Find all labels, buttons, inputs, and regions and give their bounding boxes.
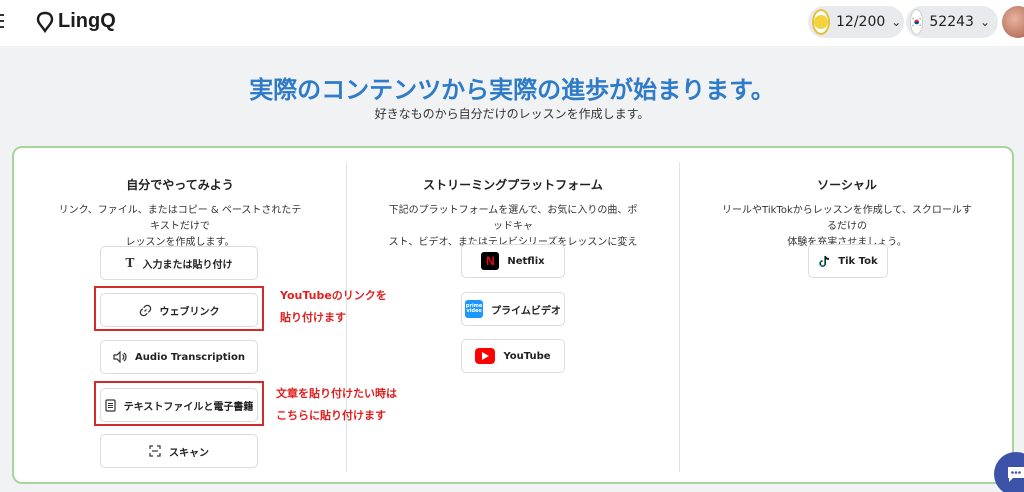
logo-text: LingQ [58,10,116,32]
social-column: ソーシャル リールやTikTokからレッスンを作成して、スクロールするだけの 体… [680,162,1014,472]
language-selector[interactable]: 52243 ⌄ [906,6,998,38]
scan-icon [149,445,161,457]
column-title: 自分でやってみよう [126,178,234,192]
column-title: ソーシャル [817,178,877,192]
menu-icon[interactable] [0,14,4,30]
paste-text-button[interactable]: T 入力または貼り付け [100,246,258,280]
scan-button[interactable]: スキャン [100,434,258,468]
chevron-down-icon: ⌄ [979,15,990,29]
chevron-down-icon: ⌄ [891,15,902,29]
coin-icon [812,9,830,35]
avatar[interactable] [1002,6,1024,38]
textfile-highlight-box [94,381,264,426]
weblink-highlight-box [94,286,264,331]
lingq-logo-icon [36,11,54,33]
column-title: ストリーミングプラットフォーム [423,178,603,192]
streak-value: 52243 [929,14,974,30]
top-bar: LingQ 12/200 ⌄ 52243 ⌄ [0,0,1024,46]
page-subtitle: 好きなものから自分だけのレッスンを作成します。 [374,107,650,121]
tiktok-button[interactable]: Tik Tok [808,244,888,278]
prime-video-button[interactable]: prime video プライムビデオ [461,292,565,326]
column-description: リンク、ファイル、またはコピー & ペーストされたテキストだけで レッスンを作成… [58,205,302,248]
tiktok-icon [818,255,830,268]
page-title: 実際のコンテンツから実際の進歩が始まります。 [249,76,775,104]
coins-counter[interactable]: 12/200 ⌄ [808,6,904,38]
youtube-icon [475,348,496,364]
korea-flag-icon [910,9,924,35]
prime-video-icon: prime video [465,300,484,318]
audio-transcription-button[interactable]: Audio Transcription [100,340,258,374]
coins-value: 12/200 [836,14,886,30]
netflix-icon: N [481,252,500,270]
netflix-button[interactable]: N Netflix [461,244,565,278]
speaker-icon [113,351,127,363]
chat-icon [1008,467,1024,482]
textfile-annotation: 文章を貼り付けたい時は こちらに貼り付けます [276,387,397,422]
text-icon: T [125,256,135,270]
youtube-button[interactable]: YouTube [461,339,565,373]
weblink-annotation: YouTubeのリンクを 貼り付けます [280,289,387,324]
logo[interactable]: LingQ [36,10,116,33]
